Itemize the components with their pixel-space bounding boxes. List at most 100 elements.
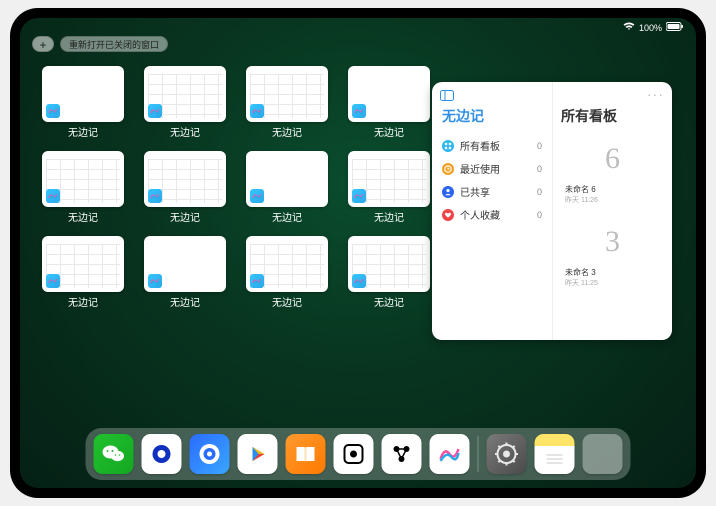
dock <box>86 428 631 480</box>
window-label: 无边记 <box>374 124 404 139</box>
dock-app-notes[interactable] <box>535 434 575 474</box>
window-thumbnail[interactable]: 无边记 <box>348 66 430 139</box>
panel-app-title: 无边记 <box>442 106 546 126</box>
dock-app-nodes[interactable] <box>382 434 422 474</box>
person-icon <box>442 186 454 198</box>
freeform-app-icon <box>250 274 264 288</box>
window-preview <box>348 66 430 122</box>
dock-app-books[interactable] <box>286 434 326 474</box>
window-label: 无边记 <box>170 209 200 224</box>
sidebar-item-label: 最近使用 <box>460 161 500 176</box>
window-preview <box>246 236 328 292</box>
window-thumbnail[interactable]: 无边记 <box>144 66 226 139</box>
board-thumbnail: 3 <box>565 219 660 265</box>
window-thumbnail[interactable]: 无边记 <box>42 236 124 309</box>
sidebar-item-label: 已共享 <box>460 184 490 199</box>
screen: 100% + 重新打开已关闭的窗口 无边记 无边记 无边记 无边记 无边记 <box>20 18 696 488</box>
board-timestamp: 昨天 11:25 <box>565 278 660 288</box>
freeform-app-icon <box>352 274 366 288</box>
window-label: 无边记 <box>68 294 98 309</box>
panel-more-icon[interactable]: ··· <box>647 86 664 102</box>
window-label: 无边记 <box>272 294 302 309</box>
dock-app-settings[interactable] <box>487 434 527 474</box>
freeform-app-icon <box>46 104 60 118</box>
sidebar-item-count: 0 <box>537 141 542 151</box>
top-bar: + 重新打开已关闭的窗口 <box>32 36 168 52</box>
board-name: 未命名 3 <box>565 267 660 278</box>
new-window-button[interactable]: + <box>32 36 54 52</box>
window-label: 无边记 <box>272 124 302 139</box>
window-preview <box>246 66 328 122</box>
battery-icon <box>666 22 684 33</box>
freeform-app-icon <box>250 189 264 203</box>
reopen-closed-window-button[interactable]: 重新打开已关闭的窗口 <box>60 36 168 52</box>
freeform-app-icon <box>148 189 162 203</box>
window-label: 无边记 <box>170 294 200 309</box>
window-preview <box>348 236 430 292</box>
window-label: 无边记 <box>170 124 200 139</box>
sidebar-item-count: 0 <box>537 210 542 220</box>
board-timestamp: 昨天 11:26 <box>565 195 660 205</box>
board-card[interactable]: 6 未命名 6 昨天 11:26 <box>561 132 664 209</box>
window-preview <box>144 151 226 207</box>
board-name: 未命名 6 <box>565 184 660 195</box>
app-switcher-grid: 无边记 无边记 无边记 无边记 无边记 无边记 无边记 无边记 <box>42 66 406 309</box>
sidebar-item-label: 所有看板 <box>460 138 500 153</box>
sidebar-item-clock[interactable]: 最近使用 0 <box>442 157 546 180</box>
wifi-icon <box>623 22 635 33</box>
sidebar-item-count: 0 <box>537 187 542 197</box>
window-thumbnail[interactable]: 无边记 <box>42 151 124 224</box>
dock-app-freeform[interactable] <box>430 434 470 474</box>
panel-content-title: 所有看板 <box>561 106 664 126</box>
window-label: 无边记 <box>374 209 404 224</box>
battery-text: 100% <box>639 23 662 33</box>
window-label: 无边记 <box>272 209 302 224</box>
sidebar-item-count: 0 <box>537 164 542 174</box>
window-thumbnail[interactable]: 无边记 <box>144 236 226 309</box>
window-thumbnail[interactable]: 无边记 <box>246 66 328 139</box>
dock-app-quark[interactable] <box>142 434 182 474</box>
window-preview <box>144 66 226 122</box>
window-preview <box>42 66 124 122</box>
window-thumbnail[interactable]: 无边记 <box>348 236 430 309</box>
window-preview <box>42 151 124 207</box>
recent-folder[interactable] <box>583 434 623 474</box>
window-label: 无边记 <box>68 209 98 224</box>
window-preview <box>144 236 226 292</box>
dock-app-wechat[interactable] <box>94 434 134 474</box>
sidebar-item-person[interactable]: 已共享 0 <box>442 180 546 203</box>
status-bar: 100% <box>623 22 684 33</box>
sidebar-item-label: 个人收藏 <box>460 207 500 222</box>
freeform-app-icon <box>352 104 366 118</box>
window-preview <box>42 236 124 292</box>
dock-app-game[interactable] <box>334 434 374 474</box>
clock-icon <box>442 163 454 175</box>
ipad-device: 100% + 重新打开已关闭的窗口 无边记 无边记 无边记 无边记 无边记 <box>10 8 706 498</box>
dock-app-browser[interactable] <box>190 434 230 474</box>
window-label: 无边记 <box>68 124 98 139</box>
window-thumbnail[interactable]: 无边记 <box>144 151 226 224</box>
window-preview <box>246 151 328 207</box>
dock-separator <box>478 436 479 472</box>
window-thumbnail[interactable]: 无边记 <box>42 66 124 139</box>
heart-icon <box>442 209 454 221</box>
freeform-app-icon <box>352 189 366 203</box>
dock-app-play[interactable] <box>238 434 278 474</box>
freeform-app-icon <box>46 274 60 288</box>
sidebar-item-heart[interactable]: 个人收藏 0 <box>442 203 546 226</box>
panel-content: 所有看板 6 未命名 6 昨天 11:26 3 未命名 3 昨天 11:25 <box>552 82 672 340</box>
window-preview <box>348 151 430 207</box>
freeform-app-icon <box>46 189 60 203</box>
freeform-panel[interactable]: ··· 无边记 所有看板 0 最近使用 0 已共享 0 个人收藏 0 所有看板 … <box>432 82 672 340</box>
window-thumbnail[interactable]: 无边记 <box>246 151 328 224</box>
window-thumbnail[interactable]: 无边记 <box>348 151 430 224</box>
window-thumbnail[interactable]: 无边记 <box>246 236 328 309</box>
sidebar-toggle-icon[interactable] <box>440 88 454 106</box>
board-thumbnail: 6 <box>565 136 660 182</box>
freeform-app-icon <box>148 274 162 288</box>
freeform-app-icon <box>250 104 264 118</box>
sidebar-item-grid[interactable]: 所有看板 0 <box>442 134 546 157</box>
board-card[interactable]: 3 未命名 3 昨天 11:25 <box>561 215 664 292</box>
window-label: 无边记 <box>374 294 404 309</box>
grid-icon <box>442 140 454 152</box>
